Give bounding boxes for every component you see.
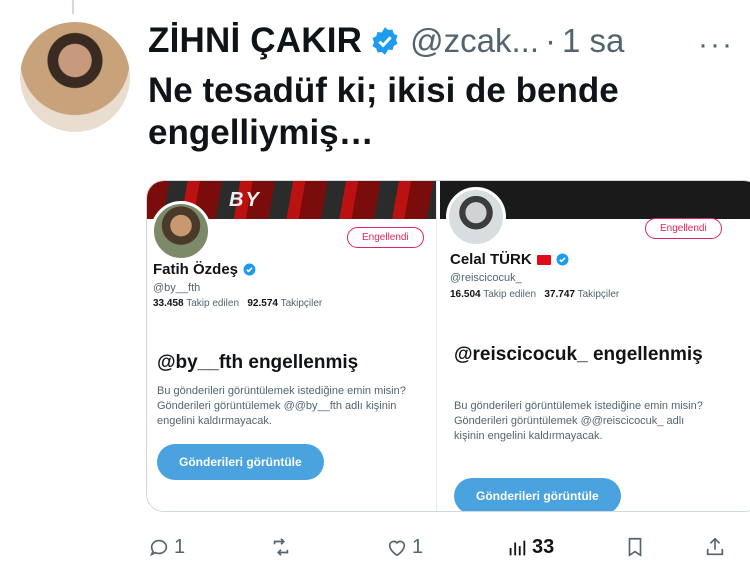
author-avatar[interactable] [20,22,130,132]
blocked-profile-card-left: BY Engellendi Fatih Özdeş @by__fth 33.45… [147,181,437,511]
blocked-title: @reiscicocuk_ engellenmiş [454,344,703,365]
tweet-time[interactable]: 1 sa [562,22,624,60]
following-count: 33.458 [153,298,184,309]
retweet-icon [273,538,289,556]
reply-count: 1 [174,536,186,558]
followers-label: Takipçiler [577,289,620,300]
author-name[interactable]: ZİHNİ ÇAKIR [148,21,362,61]
profile-stats: 16.504 Takip edilen 37.747 Takipçiler [450,289,619,300]
like-button[interactable]: 1 [386,536,423,559]
verified-icon [243,263,256,276]
profile-avatar [446,187,506,247]
blocked-button: Engellendi [645,218,722,239]
reply-icon [150,539,168,556]
blocked-button: Engellendi [347,227,424,248]
like-icon [388,540,406,556]
banner-text: BY [229,189,261,211]
followers-count: 37.747 [544,289,575,300]
followers-label: Takipçiler [280,298,323,309]
blocked-profile-card-right: Engellendi Celal TÜRK @reiscicocuk_ 16.5… [440,181,750,511]
profile-avatar [151,201,211,261]
profile-stats: 33.458 Takip edilen 92.574 Takipçiler [153,298,322,309]
share-button[interactable] [704,536,726,558]
separator-dot: · [545,22,556,59]
bookmark-button[interactable] [624,536,646,558]
tweet-media[interactable]: BY Engellendi Fatih Özdeş @by__fth 33.45… [146,180,750,512]
more-icon[interactable]: ··· [698,28,734,62]
following-label: Takip edilen [483,289,537,300]
profile-handle: @by__fth [153,282,201,294]
view-posts-button: Gönderileri görüntüle [454,478,621,511]
profile-handle: @reiscicocuk_ [450,272,522,284]
reply-button[interactable]: 1 [148,536,185,559]
views-button[interactable]: 33 [506,536,554,559]
share-icon [706,537,724,556]
tweet-actions: 1 1 33 [148,536,738,564]
following-label: Takip edilen [186,298,240,309]
tweet-header: ZİHNİ ÇAKIR @zcak... · 1 sa [148,16,624,66]
like-count: 1 [412,536,424,558]
profile-name-row: Celal TÜRK [450,251,569,268]
profile-name: Celal TÜRK [450,251,532,268]
verified-icon [556,253,569,266]
bookmark-icon [628,537,642,557]
profile-name-row: Fatih Özdeş [153,261,256,278]
blocked-title: @by__fth engellenmiş [157,352,359,373]
thread-line [72,0,74,14]
verified-icon [372,27,398,55]
views-icon [509,540,526,555]
followers-count: 92.574 [247,298,278,309]
author-handle[interactable]: @zcak... [410,22,539,60]
retweet-button[interactable] [270,536,296,558]
following-count: 16.504 [450,289,481,300]
view-posts-button: Gönderileri görüntüle [157,444,324,480]
views-count: 33 [532,536,555,558]
blocked-description: Bu gönderileri görüntülemek istediğine e… [454,400,703,442]
tweet-text: Ne tesadüf ki; ikisi de bende engelliymi… [148,71,619,152]
profile-name: Fatih Özdeş [153,261,239,278]
blocked-description: Bu gönderileri görüntülemek istediğine e… [157,385,406,427]
turkey-flag-icon [536,254,551,265]
